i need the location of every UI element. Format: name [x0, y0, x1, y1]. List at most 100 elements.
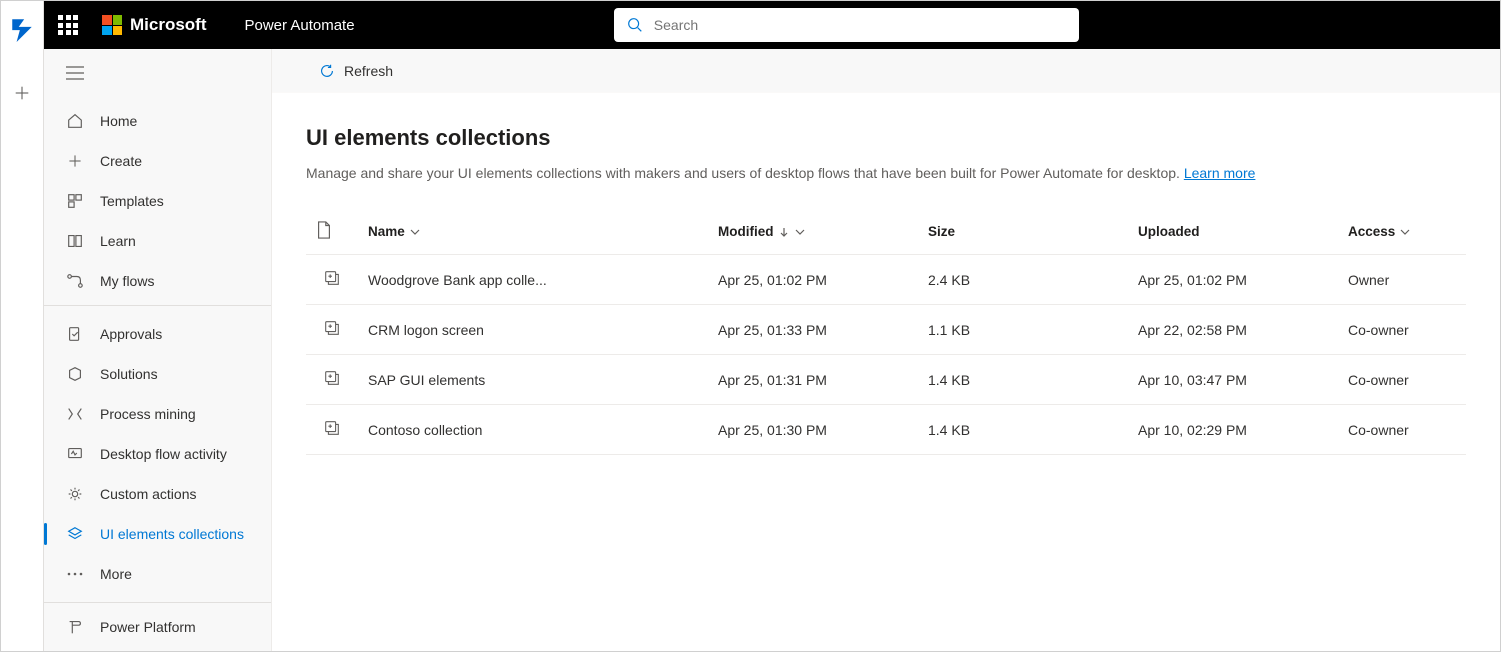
file-icon — [316, 221, 332, 239]
rail-add-icon[interactable] — [2, 73, 42, 113]
nav-learn[interactable]: Learn — [44, 221, 271, 261]
row-uploaded-cell: Apr 10, 02:29 PM — [1128, 405, 1338, 455]
nav-approvals[interactable]: Approvals — [44, 314, 271, 354]
sort-down-icon — [778, 226, 790, 238]
col-access-label: Access — [1348, 224, 1395, 239]
refresh-icon — [318, 62, 336, 80]
row-size-cell: 1.4 KB — [918, 405, 1128, 455]
nav-myflows[interactable]: My flows — [44, 261, 271, 301]
col-header-icon — [306, 209, 358, 255]
row-access-cell: Owner — [1338, 255, 1466, 305]
nav-powerplatform-label: Power Platform — [100, 619, 196, 635]
col-header-name[interactable]: Name — [358, 209, 708, 255]
hamburger-icon — [66, 66, 84, 80]
row-uploaded-cell: Apr 10, 03:47 PM — [1128, 355, 1338, 405]
collections-table: Name Modified — [306, 209, 1466, 455]
col-header-uploaded[interactable]: Uploaded — [1128, 209, 1338, 255]
col-uploaded-label: Uploaded — [1138, 224, 1200, 239]
nav-processmining[interactable]: Process mining — [44, 394, 271, 434]
row-access-cell: Co-owner — [1338, 355, 1466, 405]
nav-create[interactable]: Create — [44, 141, 271, 181]
nav-templates-label: Templates — [100, 193, 164, 209]
search-input[interactable] — [654, 17, 1067, 33]
left-rail — [1, 1, 44, 651]
col-header-access[interactable]: Access — [1338, 209, 1466, 255]
row-access-cell: Co-owner — [1338, 405, 1466, 455]
nav-customactions-label: Custom actions — [100, 486, 196, 502]
plus-icon — [66, 152, 84, 170]
row-size-cell: 1.1 KB — [918, 305, 1128, 355]
nav-uielements[interactable]: UI elements collections — [44, 514, 271, 554]
side-nav: Home Create Templates Learn — [44, 49, 272, 651]
row-name-cell: Woodgrove Bank app colle... — [358, 255, 708, 305]
more-icon — [66, 565, 84, 583]
row-icon-cell — [306, 355, 358, 405]
page-title: UI elements collections — [306, 125, 1466, 151]
powerplatform-icon — [66, 618, 84, 636]
nav-approvals-label: Approvals — [100, 326, 162, 342]
table-row[interactable]: Woodgrove Bank app colle... Apr 25, 01:02… — [306, 255, 1466, 305]
row-access-cell: Co-owner — [1338, 305, 1466, 355]
app-name[interactable]: Power Automate — [245, 17, 355, 34]
nav-toggle[interactable] — [44, 49, 271, 97]
approvals-icon — [66, 325, 84, 343]
learn-more-link[interactable]: Learn more — [1184, 165, 1256, 181]
col-modified-label: Modified — [718, 224, 774, 239]
col-name-label: Name — [368, 224, 405, 239]
microsoft-logo: Microsoft — [102, 15, 207, 35]
row-uploaded-cell: Apr 22, 02:58 PM — [1128, 305, 1338, 355]
collection-icon — [323, 419, 341, 437]
book-icon — [66, 232, 84, 250]
table-row[interactable]: Contoso collectionApr 25, 01:30 PM1.4 KB… — [306, 405, 1466, 455]
row-name-cell: Contoso collection — [358, 405, 708, 455]
page-content: Refresh UI elements collections Manage a… — [272, 49, 1500, 651]
row-name-cell: SAP GUI elements — [358, 355, 708, 405]
col-header-size[interactable]: Size — [918, 209, 1128, 255]
custom-icon — [66, 485, 84, 503]
search-box[interactable] — [614, 8, 1079, 42]
col-header-modified[interactable]: Modified — [708, 209, 918, 255]
table-row[interactable]: SAP GUI elementsApr 25, 01:31 PM1.4 KBAp… — [306, 355, 1466, 405]
nav-more-label: More — [100, 566, 132, 582]
layers-icon — [66, 525, 84, 543]
row-uploaded-cell: Apr 25, 01:02 PM — [1128, 255, 1338, 305]
app-launcher-icon[interactable] — [58, 15, 78, 35]
templates-icon — [66, 192, 84, 210]
row-name-cell: CRM logon screen — [358, 305, 708, 355]
nav-create-label: Create — [100, 153, 142, 169]
solutions-icon — [66, 365, 84, 383]
chevron-down-icon — [794, 226, 806, 238]
col-size-label: Size — [928, 224, 955, 239]
page-description-text: Manage and share your UI elements collec… — [306, 165, 1184, 181]
chevron-down-icon — [1399, 226, 1411, 238]
brand-text: Microsoft — [130, 15, 207, 35]
nav-powerplatform[interactable]: Power Platform — [44, 603, 271, 651]
top-header: Microsoft Power Automate — [44, 1, 1500, 49]
row-size-cell: 2.4 KB — [918, 255, 1128, 305]
nav-home-label: Home — [100, 113, 137, 129]
nav-more[interactable]: More — [44, 554, 271, 594]
nav-desktopflowactivity[interactable]: Desktop flow activity — [44, 434, 271, 474]
row-modified-cell: Apr 25, 01:30 PM — [708, 405, 918, 455]
nav-myflows-label: My flows — [100, 273, 154, 289]
row-icon-cell — [306, 405, 358, 455]
collection-icon — [323, 319, 341, 337]
rail-power-automate-icon[interactable] — [2, 9, 42, 49]
row-icon-cell — [306, 255, 358, 305]
search-icon — [626, 16, 644, 34]
nav-templates[interactable]: Templates — [44, 181, 271, 221]
nav-solutions[interactable]: Solutions — [44, 354, 271, 394]
row-modified-cell: Apr 25, 01:31 PM — [708, 355, 918, 405]
nav-learn-label: Learn — [100, 233, 136, 249]
refresh-label: Refresh — [344, 63, 393, 79]
flow-icon — [66, 272, 84, 290]
nav-processmining-label: Process mining — [100, 406, 196, 422]
refresh-button[interactable]: Refresh — [308, 56, 403, 86]
table-row[interactable]: CRM logon screenApr 25, 01:33 PM1.1 KBAp… — [306, 305, 1466, 355]
nav-customactions[interactable]: Custom actions — [44, 474, 271, 514]
microsoft-logo-icon — [102, 15, 122, 35]
nav-home[interactable]: Home — [44, 101, 271, 141]
mining-icon — [66, 405, 84, 423]
collection-icon — [323, 269, 341, 287]
nav-desktopflowactivity-label: Desktop flow activity — [100, 446, 227, 462]
